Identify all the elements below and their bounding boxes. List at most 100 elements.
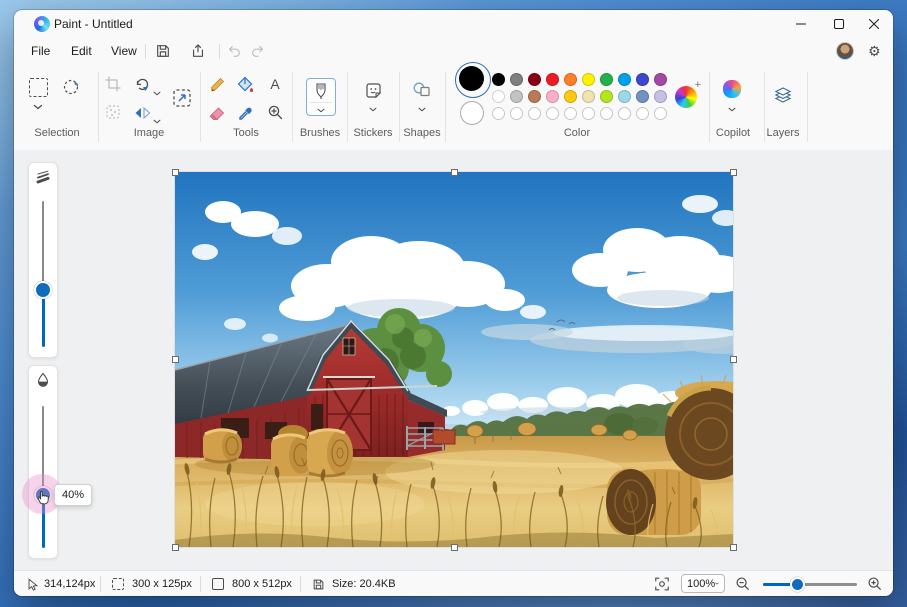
- titlebar[interactable]: Paint - Untitled: [14, 10, 893, 38]
- menu-edit[interactable]: Edit: [62, 41, 101, 61]
- group-separator: [98, 72, 99, 142]
- group-separator: [399, 72, 400, 142]
- palette-color[interactable]: [492, 90, 505, 103]
- resize-button[interactable]: [170, 86, 194, 110]
- palette-empty-slot[interactable]: [636, 107, 649, 120]
- selection-size-value: 300 x 125px: [132, 578, 192, 590]
- palette-color[interactable]: [618, 90, 631, 103]
- palette-color[interactable]: [654, 90, 667, 103]
- minimize-button[interactable]: [782, 10, 820, 38]
- rectangle-select-button[interactable]: [26, 75, 50, 99]
- group-label-brushes: Brushes: [300, 127, 340, 139]
- layers-button[interactable]: [771, 84, 795, 108]
- account-avatar[interactable]: [836, 42, 854, 60]
- palette-color[interactable]: [636, 73, 649, 86]
- palette-color[interactable]: [546, 90, 559, 103]
- stickers-dropdown-chevron[interactable]: [369, 99, 377, 117]
- selection-handle-sw[interactable]: [172, 544, 179, 551]
- eraser-button[interactable]: [205, 100, 229, 124]
- window-title: Paint - Untitled: [54, 17, 133, 31]
- save-button[interactable]: [150, 41, 176, 61]
- selection-handle-ne[interactable]: [730, 169, 737, 176]
- selection-handle-e[interactable]: [730, 356, 737, 363]
- undo-button: [221, 41, 247, 61]
- background-color-swatch[interactable]: [460, 101, 484, 125]
- fit-to-screen-icon[interactable]: [654, 576, 670, 592]
- palette-empty-slot[interactable]: [510, 107, 523, 120]
- selection-handle-w[interactable]: [172, 356, 179, 363]
- group-label-shapes: Shapes: [403, 127, 440, 139]
- palette-color[interactable]: [510, 73, 523, 86]
- palette-color[interactable]: [510, 90, 523, 103]
- palette-empty-slot[interactable]: [492, 107, 505, 120]
- palette-color[interactable]: [564, 90, 577, 103]
- selection-handle-nw[interactable]: [172, 169, 179, 176]
- rotate-button[interactable]: [130, 72, 154, 96]
- pencil-button[interactable]: [205, 72, 229, 96]
- size-slider-track[interactable]: [42, 201, 44, 290]
- brushes-dropdown-chevron[interactable]: [317, 100, 325, 118]
- menu-file[interactable]: File: [22, 41, 59, 61]
- palette-color[interactable]: [600, 73, 613, 86]
- palette-color[interactable]: [528, 73, 541, 86]
- copilot-icon: [723, 80, 741, 98]
- palette-empty-slot[interactable]: [600, 107, 613, 120]
- palette-color[interactable]: [582, 90, 595, 103]
- copilot-dropdown-chevron[interactable]: [728, 99, 736, 117]
- copilot-button[interactable]: [720, 77, 744, 101]
- thickness-icon: [35, 170, 51, 184]
- text-tool-button[interactable]: A: [263, 72, 287, 96]
- color-picker-button[interactable]: [233, 100, 257, 124]
- brushes-button[interactable]: [306, 78, 336, 116]
- group-separator: [445, 72, 446, 142]
- palette-empty-slot[interactable]: [582, 107, 595, 120]
- palette-color[interactable]: [600, 90, 613, 103]
- palette-empty-slot[interactable]: [618, 107, 631, 120]
- size-slider-thumb[interactable]: [36, 283, 50, 297]
- palette-empty-slot[interactable]: [564, 107, 577, 120]
- settings-gear-icon[interactable]: ⚙: [868, 44, 881, 58]
- zoom-slider-thumb[interactable]: [792, 579, 803, 590]
- selection-handle-se[interactable]: [730, 544, 737, 551]
- palette-color[interactable]: [636, 90, 649, 103]
- size-slider-card: [28, 162, 58, 358]
- palette-color[interactable]: [618, 73, 631, 86]
- group-label-copilot: Copilot: [716, 127, 750, 139]
- magnifier-button[interactable]: [263, 100, 287, 124]
- free-select-icon: [62, 77, 82, 97]
- palette-empty-slot[interactable]: [546, 107, 559, 120]
- flip-button[interactable]: [130, 100, 154, 124]
- palette-color[interactable]: [528, 90, 541, 103]
- palette-color[interactable]: [564, 73, 577, 86]
- foreground-color-swatch[interactable]: [455, 62, 491, 98]
- rotate-dropdown-chevron[interactable]: [153, 83, 161, 101]
- drawing-canvas[interactable]: [175, 172, 733, 547]
- maximize-button[interactable]: [820, 10, 858, 38]
- edit-colors-wheel-button[interactable]: [675, 86, 697, 108]
- palette-empty-slot[interactable]: [528, 107, 541, 120]
- chevron-down-icon: [715, 581, 719, 586]
- text-tool-icon: A: [270, 76, 279, 92]
- size-slider-fill[interactable]: [42, 290, 45, 347]
- palette-color[interactable]: [582, 73, 595, 86]
- palette-empty-slot[interactable]: [654, 107, 667, 120]
- zoom-in-icon[interactable]: [867, 576, 883, 592]
- shapes-dropdown-chevron[interactable]: [418, 99, 426, 117]
- close-button[interactable]: [855, 10, 893, 38]
- zoom-level-dropdown[interactable]: 100%: [681, 574, 725, 593]
- palette-color[interactable]: [492, 73, 505, 86]
- selection-handle-n[interactable]: [451, 169, 458, 176]
- fill-button[interactable]: [233, 72, 257, 96]
- rotate-icon: [134, 76, 151, 93]
- rectangle-select-icon: [29, 78, 48, 97]
- palette-color[interactable]: [546, 73, 559, 86]
- opacity-tooltip: 40%: [54, 484, 92, 506]
- palette-color[interactable]: [654, 73, 667, 86]
- selection-dropdown-chevron[interactable]: [34, 97, 43, 115]
- share-button[interactable]: [185, 41, 211, 61]
- free-select-button[interactable]: [60, 75, 84, 99]
- selection-handle-s[interactable]: [451, 544, 458, 551]
- menu-view[interactable]: View: [102, 41, 146, 61]
- resize-icon: [171, 87, 193, 109]
- zoom-out-icon[interactable]: [735, 576, 751, 592]
